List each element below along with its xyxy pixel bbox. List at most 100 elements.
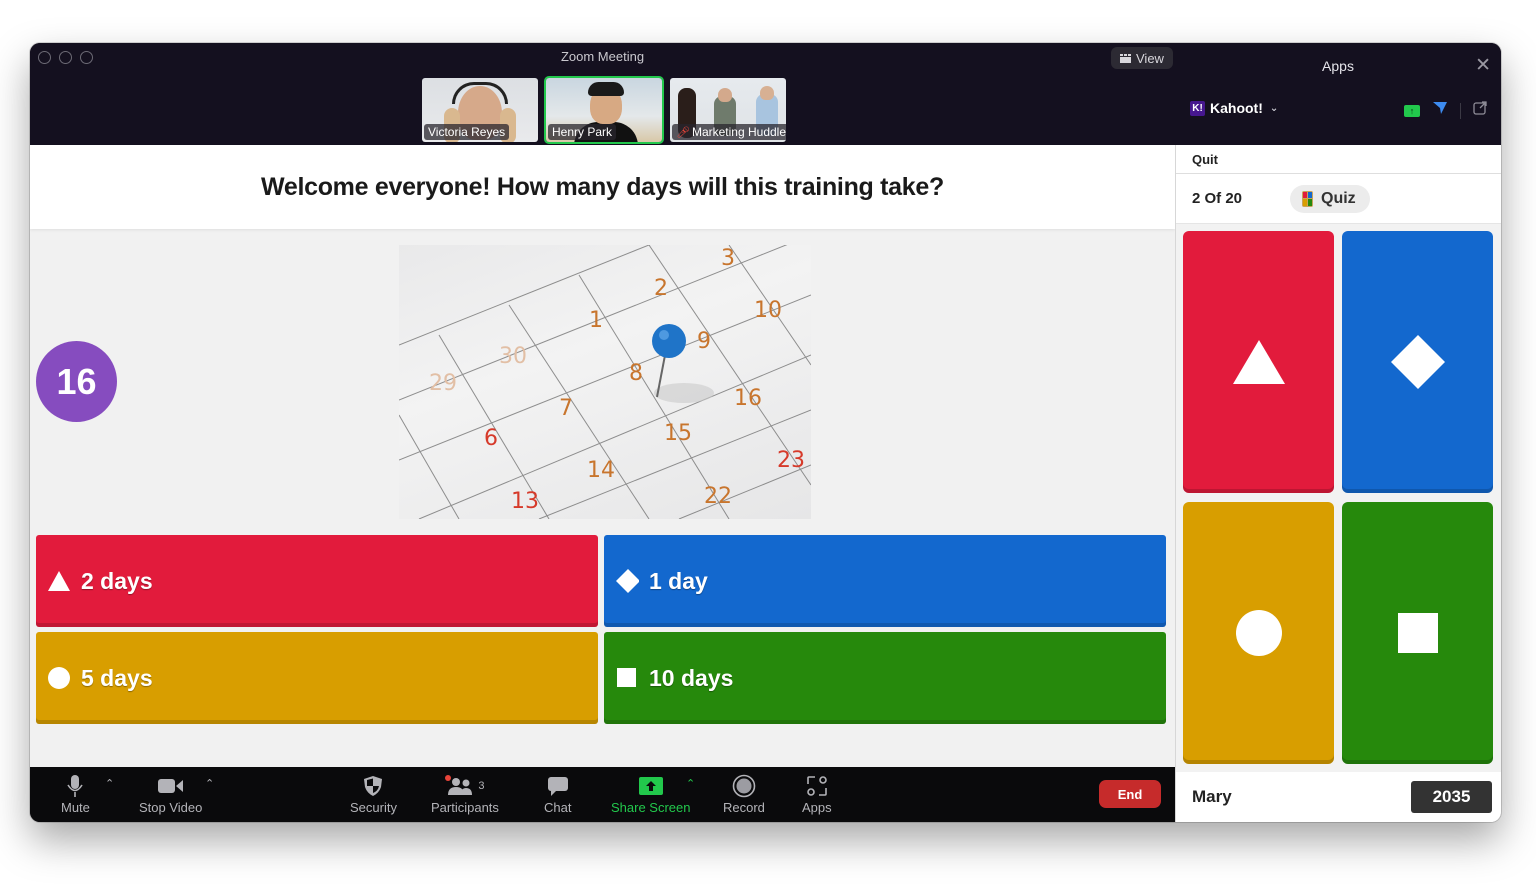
calendar-image: 29 30 1 2 3 7 8 9 10 6 15 16 14 13 22 23 — [399, 245, 811, 519]
player-score: 2035 — [1411, 781, 1492, 813]
chat-label: Chat — [544, 800, 572, 815]
answer-button-yellow[interactable] — [1183, 502, 1334, 764]
quiz-mode-badge: Quiz — [1290, 184, 1370, 213]
quit-button[interactable]: Quit — [1176, 145, 1501, 174]
participant-thumbnail[interactable]: 🎤︎ Marketing Huddle — [668, 76, 788, 144]
answer-label: 5 days — [81, 664, 153, 691]
question-text: Welcome everyone! How many days will thi… — [261, 172, 944, 201]
apps-label: Apps — [802, 800, 832, 815]
calendar-day: 3 — [721, 246, 735, 271]
chat-bubble-icon — [547, 773, 569, 799]
audio-options-chevron-icon[interactable]: ⌃ — [105, 777, 114, 790]
answer-option-green[interactable]: 10 days — [604, 632, 1166, 724]
countdown-timer: 16 — [36, 341, 117, 422]
chat-button[interactable]: Chat — [544, 773, 571, 815]
answer-button-red[interactable] — [1183, 231, 1334, 493]
participants-icon: 3 — [445, 773, 485, 799]
pop-out-icon[interactable] — [1473, 101, 1487, 120]
answer-buttons — [1183, 231, 1494, 764]
calendar-day: 23 — [777, 448, 805, 473]
title-bar: Zoom Meeting View Victoria Reyes Henry P… — [30, 43, 1175, 145]
answer-option-blue[interactable]: 1 day — [604, 535, 1166, 627]
zoom-window: Zoom Meeting View Victoria Reyes Henry P… — [30, 43, 1501, 822]
apps-button[interactable]: Apps — [802, 773, 832, 815]
participant-name: Victoria Reyes — [424, 124, 510, 140]
video-camera-icon — [157, 773, 184, 799]
share-app-icon[interactable]: ↑ — [1404, 104, 1420, 117]
answer-option-red[interactable]: 2 days — [36, 535, 598, 627]
mute-button[interactable]: Mute — [61, 773, 90, 815]
player-name: Mary — [1192, 787, 1232, 806]
security-button[interactable]: Security — [350, 773, 397, 815]
circle-icon — [47, 666, 71, 690]
answer-button-blue[interactable] — [1342, 231, 1493, 493]
share-options-chevron-icon[interactable]: ⌃ — [686, 777, 695, 790]
triangle-icon — [1232, 340, 1285, 384]
answer-options: 2 days 1 day 5 days 10 days — [36, 535, 1166, 724]
view-button[interactable]: View — [1111, 47, 1173, 69]
participants-count: 3 — [478, 780, 485, 792]
calendar-day: 6 — [484, 426, 498, 451]
calendar-day: 7 — [559, 396, 573, 421]
answer-label: 1 day — [649, 567, 708, 594]
share-screen-icon — [638, 773, 663, 799]
video-options-chevron-icon[interactable]: ⌃ — [205, 777, 214, 790]
question-image: 29 30 1 2 3 7 8 9 10 6 15 16 14 13 22 23 — [399, 245, 811, 519]
diamond-icon — [1390, 335, 1445, 389]
diamond-icon — [615, 569, 639, 593]
apps-panel-header: Apps ✕ K! Kahoot! ⌄ ↑ — [1175, 43, 1501, 145]
participant-thumbnail[interactable]: Victoria Reyes — [420, 76, 540, 144]
calendar-day: 16 — [734, 386, 762, 411]
answer-label: 10 days — [649, 664, 734, 691]
quiz-mode-label: Quiz — [1321, 189, 1356, 207]
question-progress-row: 2 Of 20 Quiz — [1176, 174, 1501, 224]
answer-button-green[interactable] — [1342, 502, 1493, 764]
calendar-day: 14 — [587, 458, 615, 483]
calendar-day: 15 — [664, 421, 692, 446]
participant-name: 🎤︎ Marketing Huddle — [672, 124, 787, 140]
calendar-day: 29 — [429, 371, 457, 396]
quiz-icon — [1302, 190, 1313, 207]
app-selector-dropdown[interactable]: K! Kahoot! ⌄ — [1190, 100, 1278, 116]
record-label: Record — [723, 800, 765, 815]
stop-video-label: Stop Video — [139, 800, 203, 815]
question-header: Welcome everyone! How many days will thi… — [30, 145, 1175, 229]
mute-label: Mute — [61, 800, 90, 815]
participant-thumbnails: Victoria Reyes Henry Park 🎤︎ Marketing Hu… — [420, 76, 788, 144]
participant-name-text: Marketing Huddle — [691, 125, 787, 139]
microphone-icon — [67, 773, 84, 799]
apps-panel-title: Apps — [1322, 58, 1354, 74]
stop-video-button[interactable]: Stop Video — [139, 773, 202, 815]
calendar-day: 13 — [511, 489, 539, 514]
window-title: Zoom Meeting — [560, 49, 645, 64]
end-meeting-button[interactable]: End — [1099, 780, 1161, 808]
chevron-down-icon: ⌄ — [1269, 102, 1279, 114]
send-invite-icon[interactable] — [1432, 101, 1448, 120]
participant-name: Henry Park — [548, 124, 617, 140]
calendar-day: 22 — [704, 484, 732, 509]
pushpin-icon — [652, 324, 686, 358]
share-screen-button[interactable]: Share Screen — [611, 773, 691, 815]
participants-button[interactable]: 3 Participants — [431, 773, 499, 815]
apps-icon — [806, 773, 828, 799]
answer-label: 2 days — [81, 567, 153, 594]
square-icon — [1397, 613, 1438, 653]
answer-option-yellow[interactable]: 5 days — [36, 632, 598, 724]
square-icon — [615, 666, 639, 690]
shield-icon — [363, 773, 383, 799]
participant-thumbnail-active-speaker[interactable]: Henry Park — [544, 76, 664, 144]
record-button[interactable]: Record — [723, 773, 765, 815]
participants-label: Participants — [431, 800, 499, 815]
close-icon[interactable]: ✕ — [1475, 54, 1491, 77]
calendar-day: 30 — [499, 344, 527, 369]
view-label: View — [1136, 50, 1164, 66]
share-screen-label: Share Screen — [611, 800, 691, 815]
calendar-day: 2 — [654, 276, 668, 301]
meeting-toolbar: Mute ⌃ Stop Video ⌃ Security 3 Participa… — [30, 767, 1175, 822]
security-label: Security — [350, 800, 397, 815]
calendar-day: 10 — [754, 298, 782, 323]
circle-icon — [1235, 610, 1282, 656]
shared-content-area: Welcome everyone! How many days will thi… — [30, 145, 1175, 767]
kahoot-app-panel: Quit 2 Of 20 Quiz Mary 2035 — [1175, 145, 1501, 822]
player-info-bar: Mary 2035 — [1176, 772, 1501, 822]
